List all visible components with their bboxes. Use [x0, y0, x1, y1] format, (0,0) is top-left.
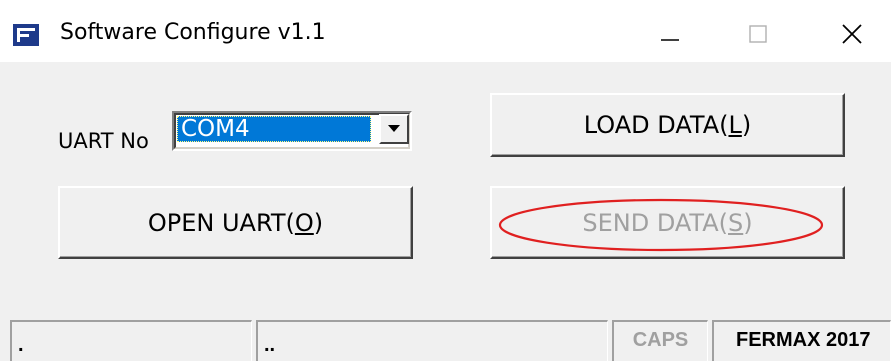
close-icon	[842, 24, 862, 44]
close-button[interactable]	[822, 14, 882, 54]
caps-indicator: CAPS	[612, 320, 708, 361]
load-data-button[interactable]: LOAD DATA(L)	[490, 93, 845, 157]
status-bar: . .. CAPS FERMAX 2017	[0, 320, 891, 361]
window-title: Software Configure v1.1	[60, 20, 326, 45]
send-data-label: SEND DATA(S)	[582, 208, 753, 237]
uart-combobox[interactable]: COM4	[172, 111, 412, 151]
status-panel-2: ..	[256, 320, 608, 361]
combobox-dropdown-button[interactable]	[379, 114, 409, 144]
maximize-icon	[749, 25, 767, 43]
chevron-down-icon	[388, 125, 400, 132]
open-uart-button[interactable]: OPEN UART(O)	[58, 186, 413, 259]
uart-selected-value[interactable]: COM4	[177, 116, 371, 142]
uart-label: UART No	[58, 129, 149, 153]
load-data-label: LOAD DATA(L)	[583, 111, 752, 139]
minimize-icon	[661, 39, 679, 41]
brand-panel: FERMAX 2017	[712, 320, 891, 361]
send-data-button[interactable]: SEND DATA(S)	[490, 186, 845, 259]
minimize-button[interactable]	[640, 14, 700, 54]
status-panel-1: .	[10, 320, 252, 361]
title-bar[interactable]: Software Configure v1.1	[0, 0, 891, 62]
maximize-button[interactable]	[728, 14, 788, 54]
app-f-icon	[13, 24, 39, 46]
open-uart-label: OPEN UART(O)	[147, 208, 324, 237]
